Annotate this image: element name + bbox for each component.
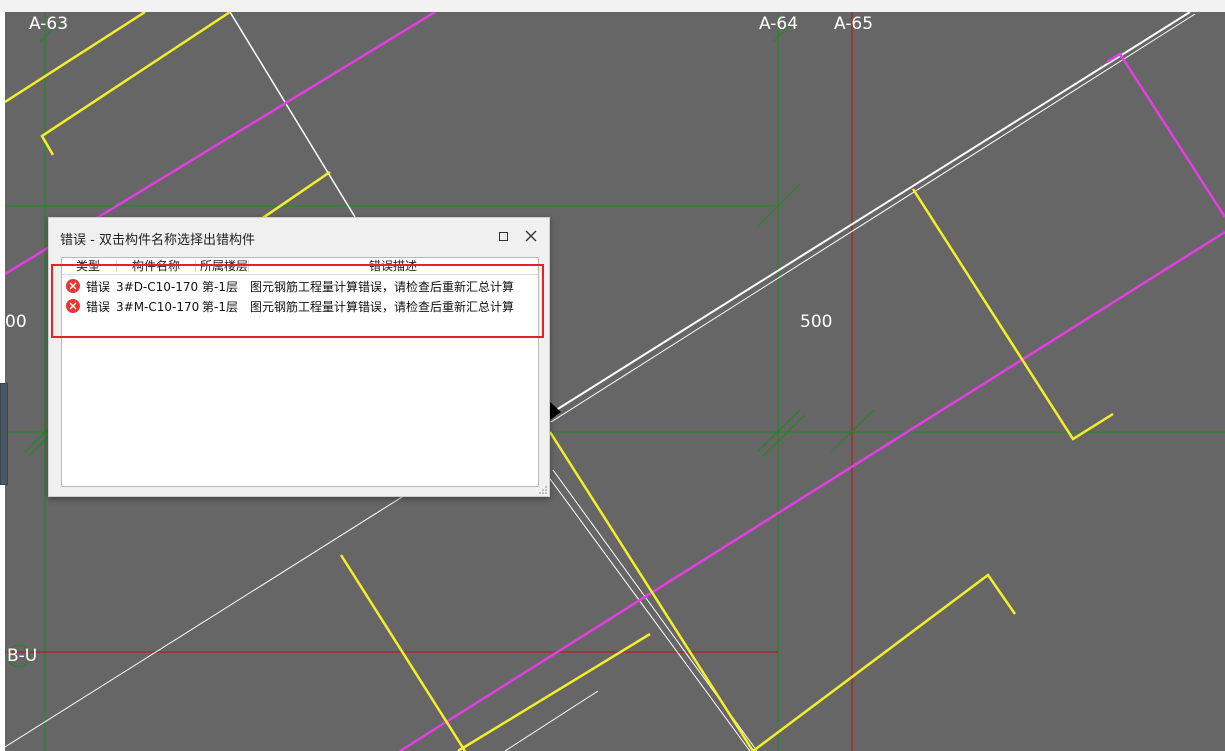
row-component-name[interactable]: 3#D-C10-170 (116, 280, 198, 294)
error-icon (66, 279, 80, 293)
axis-label-bu: B-U (7, 646, 38, 666)
resize-grip-icon[interactable] (539, 486, 547, 494)
axis-label-a64: A-64 (759, 14, 799, 34)
row-floor: 第-1层 (202, 300, 238, 314)
row-floor: 第-1层 (202, 280, 238, 294)
dimension-label-right: 500 (800, 312, 833, 332)
list-header: 类型 构件名称 所属楼层 错误描述 (62, 258, 538, 275)
error-icon (66, 299, 80, 313)
column-header-name[interactable]: 构件名称 (132, 259, 180, 273)
row-component-name[interactable]: 3#M-C10-170 (116, 300, 199, 314)
list-item[interactable]: 错误 3#D-C10-170 第-1层 图元钢筋工程量计算错误，请检查后重新汇总… (62, 277, 538, 297)
maximize-icon (498, 231, 508, 241)
error-list[interactable]: 类型 构件名称 所属楼层 错误描述 错误 3#D-C10-170 第-1层 图元… (61, 257, 539, 487)
close-button[interactable] (520, 226, 542, 246)
dialog-titlebar[interactable]: 错误 - 双击构件名称选择出错构件 (49, 218, 549, 254)
list-item[interactable]: 错误 3#M-C10-170 第-1层 图元钢筋工程量计算错误，请检查后重新汇总… (62, 297, 538, 317)
close-icon (525, 230, 537, 242)
column-header-type[interactable]: 类型 (76, 259, 100, 273)
row-description: 图元钢筋工程量计算错误，请检查后重新汇总计算 (250, 300, 515, 314)
axis-label-a63: A-63 (29, 14, 69, 34)
left-panel-tab[interactable] (0, 383, 8, 485)
row-type: 错误 (86, 300, 111, 314)
row-type: 错误 (86, 280, 111, 294)
axis-label-a65: A-65 (834, 14, 874, 34)
maximize-button[interactable] (492, 226, 514, 246)
dialog-title: 错误 - 双击构件名称选择出错构件 (60, 233, 255, 248)
row-description: 图元钢筋工程量计算错误，请检查后重新汇总计算 (250, 280, 515, 294)
column-header-floor[interactable]: 所属楼层 (200, 259, 248, 273)
column-header-desc[interactable]: 错误描述 (369, 259, 417, 273)
error-dialog[interactable]: 错误 - 双击构件名称选择出错构件 类型 构件名称 所属楼层 错误描述 错误 3… (48, 217, 550, 497)
top-strip (0, 0, 1225, 12)
dimension-label-left: 00 (5, 312, 27, 332)
